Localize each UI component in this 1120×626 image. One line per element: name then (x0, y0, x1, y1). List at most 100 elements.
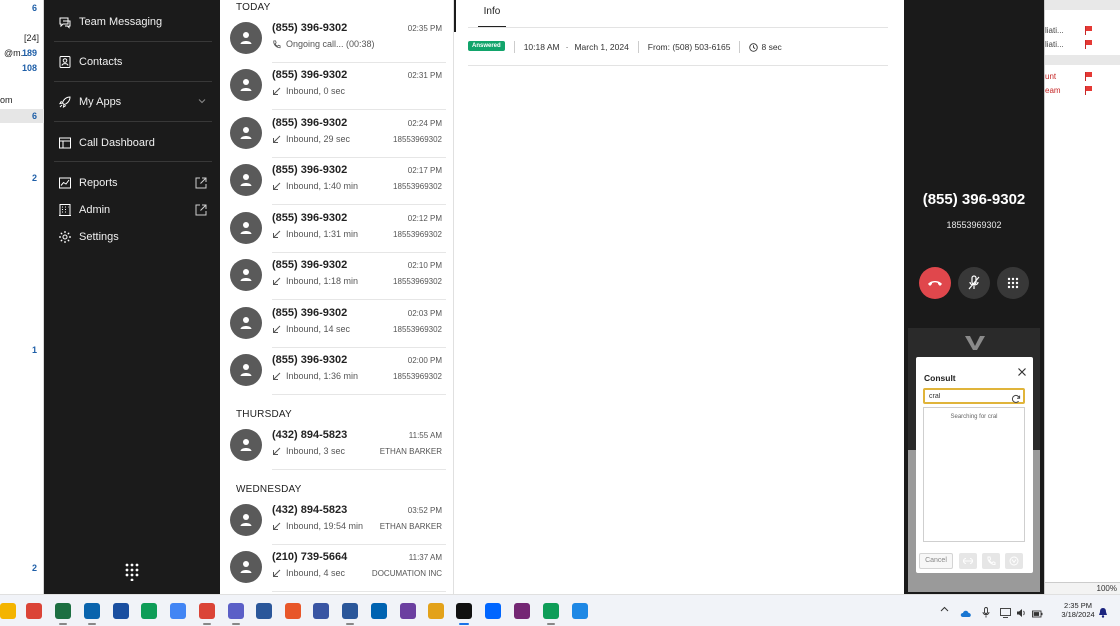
hang-up-button[interactable] (919, 267, 951, 299)
chrome-icon[interactable] (543, 603, 559, 619)
sidebar-item-settings[interactable]: Settings (54, 218, 212, 256)
background-cell: 108 (22, 63, 38, 73)
external-link-icon (195, 177, 207, 189)
call-detail-text: Inbound, 3 sec (286, 446, 346, 456)
font-app-icon[interactable] (371, 603, 387, 619)
notification-bell-icon[interactable] (1098, 605, 1109, 618)
caller-number: (855) 396-9302 (272, 117, 348, 129)
call-detail-text: Inbound, 14 sec (286, 324, 351, 334)
tab-info[interactable]: Info (478, 6, 506, 28)
person-icon (240, 174, 252, 186)
duration-text: 8 sec (761, 42, 782, 52)
caller-sub-number: 18553969302 (946, 220, 1002, 230)
close-button[interactable] (1017, 364, 1027, 376)
avatar (230, 22, 262, 54)
call-time: 02:10 PM (407, 261, 442, 270)
sidebar-item-contacts[interactable]: Contacts (54, 43, 212, 81)
vonage-icon[interactable] (456, 603, 472, 619)
sidebar-item-label: Team Messaging (79, 16, 163, 28)
divider (513, 41, 515, 53)
dialpad-button[interactable] (124, 563, 140, 582)
file-explorer-icon[interactable] (0, 603, 16, 619)
call-consult-button[interactable] (982, 553, 1000, 569)
flag-icon[interactable] (1085, 40, 1093, 49)
dashboard-icon (58, 136, 72, 150)
app-purple-icon[interactable] (514, 603, 530, 619)
flag-icon[interactable] (1085, 26, 1093, 35)
list-item[interactable]: (432) 894-5823 03:52 PM Inbound, 19:54 min… (230, 498, 446, 545)
communications-app: Team Messaging Contacts My Apps Call Dashbo… (44, 0, 1044, 594)
avatar (230, 429, 262, 461)
onedrive-icon[interactable] (960, 605, 971, 617)
sidebar: Team Messaging Contacts My Apps Call Dashbo… (44, 0, 220, 594)
chevron-up-icon (940, 606, 949, 612)
app-window-icon[interactable] (572, 603, 588, 619)
show-hidden-icons-button[interactable] (940, 605, 949, 614)
excel-icon[interactable] (55, 603, 71, 619)
background-row: unt (1045, 72, 1120, 84)
list-item[interactable]: (855) 396-9302 02:12 PM Inbound, 1:31 min 1… (230, 206, 446, 253)
list-item[interactable]: (855) 396-9302 02:17 PM Inbound, 1:40 min 1… (230, 158, 446, 205)
call-time: 02:12 PM (407, 214, 442, 223)
transfer-button[interactable] (959, 553, 977, 569)
voicemail-button[interactable] (1005, 553, 1023, 569)
background-cell: 6 (32, 111, 38, 121)
background-cell: 2 (32, 173, 38, 183)
power-automate-icon[interactable] (485, 603, 501, 619)
caller-number: (432) 894-5823 (272, 504, 348, 516)
clock[interactable]: 2:35 PM 3/18/2024 (1058, 601, 1098, 619)
list-item[interactable]: (855) 396-9302 02:03 PM Inbound, 14 sec 185… (230, 301, 446, 348)
taskbar: 2:35 PM 3/18/2024 (0, 594, 1120, 626)
list-item[interactable]: (855) 396-9302 02:10 PM Inbound, 1:18 min 1… (230, 253, 446, 300)
list-item[interactable]: (855) 396-9302 02:00 PM Inbound, 1:36 min 1… (230, 348, 446, 395)
list-item[interactable]: (855) 396-9302 02:31 PM Inbound, 0 sec (230, 63, 446, 110)
volume-icon[interactable] (1016, 605, 1027, 617)
chrome-profile-icon[interactable] (199, 603, 215, 619)
cancel-button[interactable]: Cancel (919, 553, 953, 569)
remote-desktop-icon[interactable] (256, 603, 272, 619)
consult-search-input[interactable] (923, 388, 1025, 404)
avatar (230, 164, 262, 196)
call-history-list: TODAY THURSDAY WEDNESDAY (855) 396-9302 02:3… (220, 0, 454, 594)
search-status: Searching for cral (950, 414, 998, 420)
sidebar-item-call-dashboard[interactable]: Call Dashboard (54, 124, 212, 162)
snipping-icon[interactable] (428, 603, 444, 619)
flag-icon[interactable] (1085, 72, 1093, 81)
display-icon[interactable] (1000, 605, 1011, 618)
word-icon[interactable] (342, 603, 358, 619)
call-detail-text: Inbound, 29 sec (286, 134, 351, 144)
background-cell: [24] (24, 33, 40, 43)
teams-icon[interactable] (228, 603, 244, 619)
onepassword-icon[interactable] (113, 603, 129, 619)
list-item[interactable]: (855) 396-9302 02:35 PM Ongoing call... (0… (230, 16, 446, 63)
caller-number: (855) 396-9302 (272, 354, 348, 366)
visio-icon[interactable] (313, 603, 329, 619)
sidebar-item-my-apps[interactable]: My Apps (54, 83, 212, 121)
keypad-button[interactable] (997, 267, 1029, 299)
battery-icon[interactable] (1032, 605, 1043, 618)
microphone-icon[interactable] (982, 605, 993, 618)
inbound-arrow-icon (273, 277, 281, 285)
refresh-button[interactable] (1011, 391, 1021, 403)
caller-id: ETHAN BARKER (379, 447, 442, 456)
mute-button[interactable] (958, 267, 990, 299)
flag-icon[interactable] (1085, 86, 1093, 95)
call-detail: Inbound, 29 sec (272, 134, 350, 144)
app-orange-icon[interactable] (285, 603, 301, 619)
chart-icon (58, 176, 72, 190)
outlook-icon[interactable] (84, 603, 100, 619)
avatar (230, 69, 262, 101)
list-item[interactable]: (855) 396-9302 02:24 PM Inbound, 29 sec 185… (230, 111, 446, 158)
edge-icon[interactable] (141, 603, 157, 619)
rocket-icon (58, 95, 72, 109)
sidebar-item-team-messaging[interactable]: Team Messaging (54, 3, 212, 41)
list-item[interactable]: (210) 739-5664 11:37 AM Inbound, 4 sec DOCU… (230, 545, 446, 592)
chrome-icon[interactable] (170, 603, 186, 619)
people-app-icon[interactable] (400, 603, 416, 619)
list-item[interactable]: (432) 894-5823 11:55 AM Inbound, 3 sec ETHA… (230, 423, 446, 470)
caller-id: DOCUMATION INC (371, 569, 442, 578)
background-row-text: liati... (1045, 40, 1064, 49)
chrome-icon[interactable] (26, 603, 42, 619)
running-indicator (547, 623, 555, 625)
call-detail-text: Inbound, 4 sec (286, 568, 346, 578)
